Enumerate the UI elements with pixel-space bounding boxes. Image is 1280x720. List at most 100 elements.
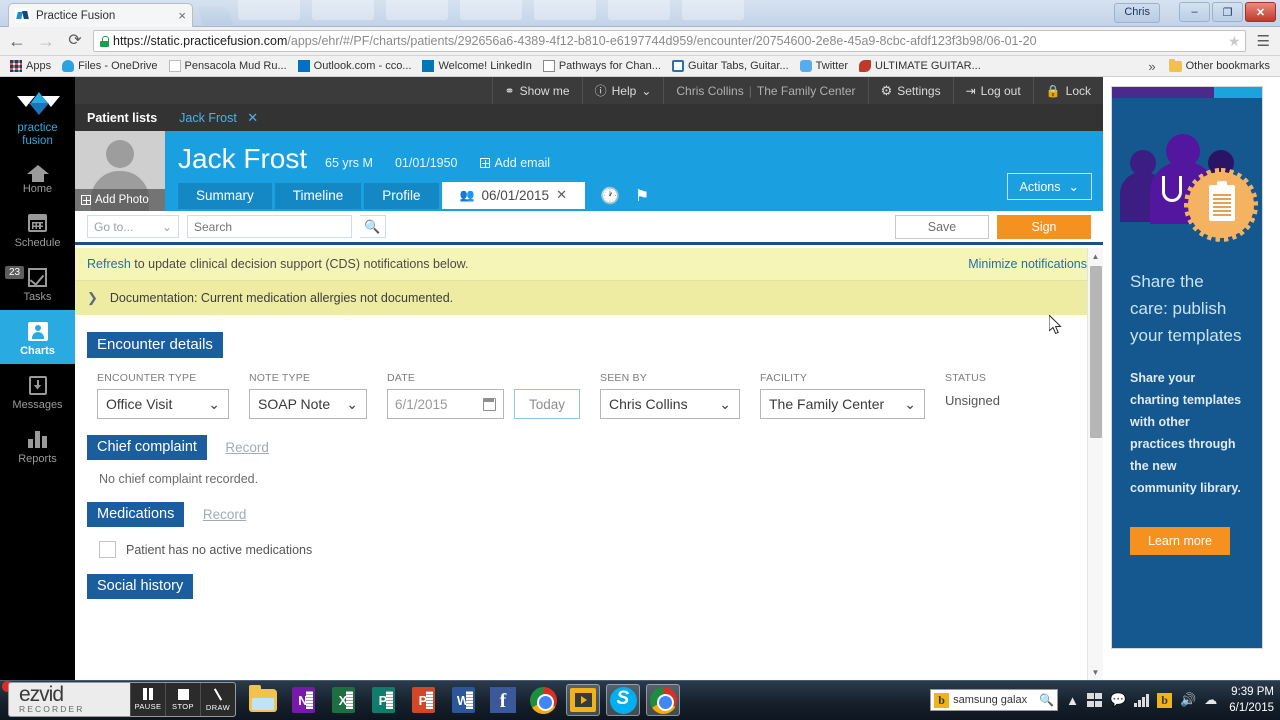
- logout-button[interactable]: ⇥ Log out: [952, 77, 1033, 104]
- sidebar-item-home[interactable]: Home: [0, 148, 75, 202]
- taskbar-publisher[interactable]: P: [366, 684, 400, 716]
- sidebar-item-tasks[interactable]: 23 Tasks: [0, 256, 75, 310]
- record-medications-link[interactable]: Record: [203, 507, 247, 522]
- search-button[interactable]: 🔍: [360, 215, 386, 238]
- tab-encounter-06-01-2015[interactable]: 👥 06/01/2015 ✕: [441, 182, 585, 209]
- bookmark-pathways[interactable]: Pathways for Chan...: [539, 59, 665, 73]
- search-input[interactable]: [188, 219, 351, 234]
- minimize-button[interactable]: –: [1179, 2, 1210, 22]
- bing-tray-icon[interactable]: b: [1157, 692, 1173, 708]
- sign-button[interactable]: Sign: [997, 214, 1091, 239]
- taskbar-excel[interactable]: X: [326, 684, 360, 716]
- tab-summary[interactable]: Summary: [178, 183, 272, 209]
- patient-lists-tab[interactable]: Patient lists: [87, 111, 157, 125]
- bookmark-guitar-tabs[interactable]: Guitar Tabs, Guitar...: [668, 59, 793, 73]
- window-close-button[interactable]: ✕: [1245, 2, 1276, 22]
- refresh-link[interactable]: Refresh: [87, 257, 131, 271]
- ezvid-draw-button[interactable]: DRAW: [200, 683, 235, 716]
- network-signal-icon[interactable]: [1134, 693, 1150, 707]
- actions-button[interactable]: Actions ⌄: [1006, 173, 1092, 200]
- new-tab-button[interactable]: [196, 6, 234, 25]
- cds-alert-row[interactable]: ❯ Documentation: Current medication alle…: [75, 281, 1103, 316]
- current-user-display[interactable]: Chris Collins | The Family Center: [663, 77, 867, 104]
- scroll-up-icon[interactable]: ▲: [1088, 248, 1103, 264]
- bookmark-twitter[interactable]: Twitter: [796, 59, 852, 73]
- seen-by-select[interactable]: Chris Collins ⌄: [600, 389, 740, 419]
- bookmark-star-icon[interactable]: ★: [1228, 33, 1241, 50]
- bookmark-apps[interactable]: Apps: [6, 59, 55, 73]
- scroll-down-icon[interactable]: ▼: [1088, 664, 1103, 680]
- help-button[interactable]: ⓘ Help ⌄: [581, 77, 664, 104]
- ezvid-recorder-widget[interactable]: ezvid RECORDER PAUSE STOP DRAW: [8, 682, 236, 717]
- search-icon[interactable]: 🔍: [1039, 693, 1054, 707]
- today-button[interactable]: Today: [514, 389, 580, 419]
- action-center-icon[interactable]: 💬: [1110, 692, 1126, 708]
- lock-button[interactable]: 🔒 Lock: [1032, 77, 1103, 104]
- sidebar-item-charts[interactable]: Charts: [0, 310, 75, 364]
- learn-more-button[interactable]: Learn more: [1130, 527, 1230, 555]
- chevron-right-icon[interactable]: ❯: [87, 290, 98, 306]
- add-email-button[interactable]: Add email: [479, 156, 550, 170]
- goto-dropdown[interactable]: Go to... ⌄: [87, 215, 179, 238]
- note-type-select[interactable]: SOAP Note ⌄: [249, 389, 367, 419]
- content-scrollbar[interactable]: ▲ ▼: [1087, 248, 1103, 680]
- promo-banner[interactable]: Share the care: publish your templates S…: [1111, 86, 1263, 649]
- no-active-medications-checkbox[interactable]: [99, 541, 116, 558]
- add-photo-button[interactable]: Add Photo: [75, 189, 165, 211]
- show-hidden-icons-icon[interactable]: ▲: [1066, 693, 1079, 708]
- bookmarks-overflow-icon[interactable]: »: [1142, 59, 1161, 74]
- search-input-wrapper[interactable]: [187, 215, 352, 238]
- bookmark-pensacola[interactable]: Pensacola Mud Ru...: [165, 59, 291, 73]
- taskbar-powerpoint[interactable]: P: [406, 684, 440, 716]
- save-button[interactable]: Save: [895, 214, 989, 239]
- calendar-icon[interactable]: [483, 397, 496, 411]
- chrome-menu-icon[interactable]: ☰: [1253, 32, 1274, 50]
- tab-timeline[interactable]: Timeline: [274, 183, 362, 209]
- scrollbar-thumb[interactable]: [1090, 266, 1102, 438]
- taskbar-facebook[interactable]: f: [486, 684, 520, 716]
- bookmark-outlook[interactable]: Outlook.com - cco...: [294, 59, 416, 73]
- date-input[interactable]: 6/1/2015: [387, 389, 504, 419]
- windows-flag-icon[interactable]: [1086, 693, 1102, 707]
- no-active-medications-row[interactable]: Patient has no active medications: [87, 527, 1103, 558]
- sidebar-item-schedule[interactable]: Schedule: [0, 202, 75, 256]
- taskbar-word[interactable]: W: [446, 684, 480, 716]
- record-chief-complaint-link[interactable]: Record: [225, 440, 269, 455]
- address-bar[interactable]: https://static.practicefusion.com/apps/e…: [93, 30, 1246, 52]
- taskbar-media-player[interactable]: [566, 684, 600, 716]
- open-patient-tab[interactable]: Jack Frost ✕: [179, 109, 258, 127]
- ezvid-pause-button[interactable]: PAUSE: [130, 683, 165, 716]
- facility-select[interactable]: The Family Center ⌄: [760, 389, 925, 419]
- window-user-label[interactable]: Chris: [1114, 3, 1160, 23]
- forward-icon[interactable]: →: [35, 32, 57, 50]
- taskbar-search-box[interactable]: b samsung galax 🔍: [930, 689, 1059, 711]
- bookmark-ultimate-guitar[interactable]: ULTIMATE GUITAR...: [855, 59, 985, 73]
- tab-profile[interactable]: Profile: [364, 183, 439, 209]
- taskbar-chrome[interactable]: [526, 684, 560, 716]
- taskbar-file-explorer[interactable]: [246, 684, 280, 716]
- maximize-button[interactable]: ❐: [1212, 2, 1243, 22]
- bookmark-linkedin[interactable]: Welcome! LinkedIn: [418, 59, 535, 73]
- sidebar-item-reports[interactable]: Reports: [0, 418, 75, 472]
- close-icon[interactable]: ×: [178, 9, 186, 22]
- bookmark-onedrive[interactable]: Files - OneDrive: [58, 59, 161, 73]
- taskbar-onenote[interactable]: N: [286, 684, 320, 716]
- close-icon[interactable]: ✕: [556, 187, 567, 203]
- reload-icon[interactable]: ⟳: [64, 33, 86, 49]
- browser-tab-practice-fusion[interactable]: Practice Fusion ×: [8, 3, 193, 27]
- show-me-button[interactable]: ⚭ Show me: [491, 77, 582, 104]
- onedrive-tray-icon[interactable]: ☁: [1204, 692, 1217, 708]
- taskbar-skype[interactable]: [606, 684, 640, 716]
- taskbar-clock[interactable]: 9:39 PM 6/1/2015: [1225, 684, 1274, 716]
- history-clock-icon[interactable]: 🕐: [600, 186, 620, 206]
- encounter-type-select[interactable]: Office Visit ⌄: [97, 389, 229, 419]
- patient-photo[interactable]: Add Photo: [75, 131, 165, 211]
- taskbar-chrome-active[interactable]: [646, 684, 680, 716]
- sidebar-item-messages[interactable]: Messages: [0, 364, 75, 418]
- ezvid-stop-button[interactable]: STOP: [165, 683, 200, 716]
- minimize-notifications-link[interactable]: Minimize notifications: [968, 257, 1087, 271]
- volume-muted-icon[interactable]: 🔊: [1180, 692, 1196, 708]
- other-bookmarks-folder[interactable]: Other bookmarks: [1165, 58, 1274, 73]
- settings-button[interactable]: ⚙ Settings: [867, 77, 953, 104]
- close-icon[interactable]: ✕: [247, 110, 258, 125]
